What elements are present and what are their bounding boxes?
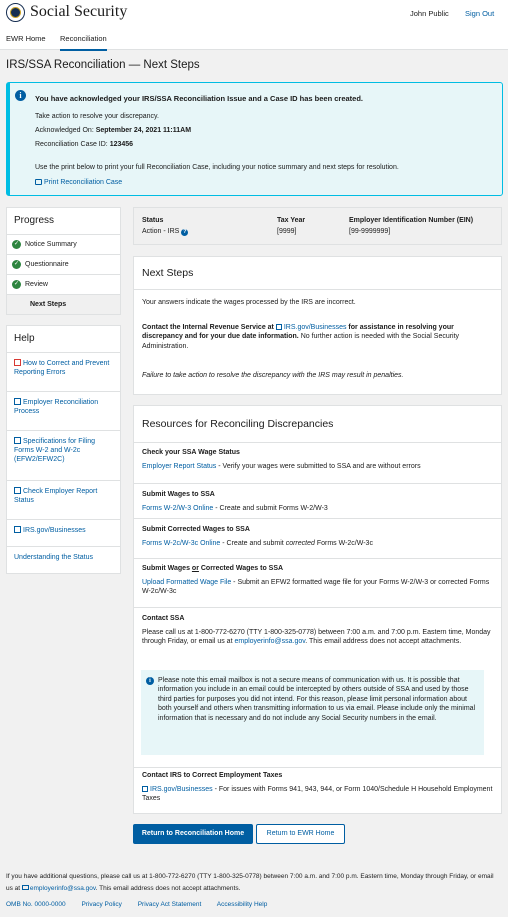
section-contact-irs: Contact IRS to Correct Employment Taxes … xyxy=(134,767,501,814)
resources-heading: Resources for Reconciling Discrepancies xyxy=(134,406,501,444)
help-link-specifications[interactable]: Specifications for Filing Forms W-2 and … xyxy=(7,429,120,480)
progress-heading: Progress xyxy=(14,215,55,226)
footer-contact-text: If you have additional questions, please… xyxy=(6,873,494,893)
help-link-irs-businesses[interactable]: IRS.gov/Businesses xyxy=(7,518,120,546)
check-icon: ✓ xyxy=(12,239,21,249)
forms-w2c-online-link[interactable]: Forms W-2c/W-3c Online xyxy=(142,540,220,547)
help-link-reconciliation-process[interactable]: Employer Reconciliation Process xyxy=(7,390,120,430)
irs-businesses-resource-link[interactable]: IRS.gov/Businesses xyxy=(142,786,213,793)
status-heading: Status xyxy=(142,217,164,224)
next-steps-heading: Next Steps xyxy=(134,257,501,291)
alert-print-text: Use the print below to print your full R… xyxy=(35,164,399,171)
ssa-seal-logo xyxy=(6,3,25,22)
external-link-icon xyxy=(275,324,282,330)
check-icon: ✓ xyxy=(12,259,21,269)
help-panel: Help How to Correct and Prevent Reportin… xyxy=(6,325,121,574)
alert-case-id: Reconciliation Case ID: 123456 xyxy=(35,141,134,148)
help-question-icon[interactable]: ? xyxy=(181,229,189,236)
external-link-icon xyxy=(14,525,21,533)
footer-email-link[interactable]: employerinfo@ssa.gov xyxy=(21,885,96,892)
forms-w2-online-link[interactable]: Forms W-2/W-3 Online xyxy=(142,505,213,512)
progress-next-steps: Next Steps xyxy=(7,293,120,314)
info-icon: i xyxy=(146,677,154,685)
return-reconciliation-home-button[interactable]: Return to Reconciliation Home xyxy=(133,824,253,844)
print-case-link[interactable]: Print Reconciliation Case xyxy=(35,178,122,187)
upload-wage-file-link[interactable]: Upload Formatted Wage File xyxy=(142,579,231,586)
footer-accessibility-link[interactable]: Accessibility Help xyxy=(217,901,268,908)
footer-privacy-policy-link[interactable]: Privacy Policy xyxy=(81,901,121,908)
footer-links: OMB No. 0000-0000 Privacy Policy Privacy… xyxy=(6,901,267,910)
external-link-icon xyxy=(142,786,148,792)
alert-title: You have acknowledged your IRS/SSA Recon… xyxy=(35,94,364,103)
nav-bar: EWR Home Reconciliation xyxy=(0,28,508,52)
ein-heading: Employer Identification Number (EIN) xyxy=(349,217,474,224)
progress-panel: Progress ✓ Notice Summary ✓ Questionnaire … xyxy=(6,207,121,315)
external-link-icon xyxy=(14,486,21,494)
progress-notice-summary[interactable]: ✓ Notice Summary xyxy=(7,233,120,254)
return-ewr-home-button[interactable]: Return to EWR Home xyxy=(256,824,345,844)
section-submit-corrected: Submit Corrected Wages to SSA Forms W-2c… xyxy=(134,518,501,558)
printer-icon xyxy=(35,179,42,185)
nav-ewr-home[interactable]: EWR Home xyxy=(6,34,46,44)
next-steps-failure: Failure to take action to resolve the di… xyxy=(142,372,404,379)
progress-questionnaire[interactable]: ✓ Questionnaire xyxy=(7,253,120,274)
status-value: Action - IRS ? xyxy=(142,228,189,236)
check-icon: ✓ xyxy=(12,279,21,289)
external-link-icon xyxy=(14,397,21,405)
email-security-notice: i Please note this email mailbox is not … xyxy=(141,670,484,755)
help-heading: Help xyxy=(14,333,35,344)
external-link-icon xyxy=(14,436,21,444)
user-name: John Public xyxy=(410,9,449,18)
info-icon: i xyxy=(15,90,26,101)
section-upload-wage-file: Submit Wages or Corrected Wages to SSA U… xyxy=(134,558,501,607)
brand-title: Social Security xyxy=(30,3,128,20)
nav-reconciliation[interactable]: Reconciliation xyxy=(60,34,107,52)
next-steps-card: Next Steps Your answers indicate the wag… xyxy=(133,256,502,395)
page-title: IRS/SSA Reconciliation — Next Steps xyxy=(6,59,200,71)
acknowledged-alert: i You have acknowledged your IRS/SSA Rec… xyxy=(6,82,503,196)
email-notice-text: Please note this email mailbox is not a … xyxy=(158,677,476,722)
help-link-understanding-status[interactable]: Understanding the Status xyxy=(7,545,120,573)
top-bar: Social Security John Public Sign Out xyxy=(0,0,508,28)
mail-icon xyxy=(21,885,29,891)
sign-out-link[interactable]: Sign Out xyxy=(465,9,494,19)
section-check-status: Check your SSA Wage Status Employer Repo… xyxy=(142,449,421,470)
ein-value: [99-9999999] xyxy=(349,228,391,235)
pdf-icon xyxy=(14,358,21,366)
footer: If you have additional questions, please… xyxy=(0,856,508,917)
irs-businesses-link[interactable]: IRS.gov/Businesses xyxy=(275,324,346,331)
help-link-correct-errors[interactable]: How to Correct and Prevent Reporting Err… xyxy=(7,351,120,391)
section-submit-wages: Submit Wages to SSA Forms W-2/W-3 Online… xyxy=(134,483,501,518)
progress-review[interactable]: ✓ Review xyxy=(7,273,120,294)
footer-omb-number: OMB No. 0000-0000 xyxy=(6,901,66,908)
employer-report-status-link[interactable]: Employer Report Status xyxy=(142,463,216,470)
tax-year-value: [9999] xyxy=(277,228,297,235)
alert-acknowledged: Acknowledged On: September 24, 2021 11:1… xyxy=(35,127,192,134)
alert-take-action: Take action to resolve your discrepancy. xyxy=(35,113,159,120)
employer-info-email-link[interactable]: employerinfo@ssa.gov xyxy=(234,638,305,645)
footer-privacy-act-link[interactable]: Privacy Act Statement xyxy=(138,901,202,908)
help-link-report-status[interactable]: Check Employer Report Status xyxy=(7,479,120,519)
next-steps-contact: Contact the Internal Revenue Service at … xyxy=(142,324,460,350)
next-steps-intro: Your answers indicate the wages processe… xyxy=(142,299,356,306)
tax-year-heading: Tax Year xyxy=(277,217,306,224)
status-summary: Status Action - IRS ? Tax Year [9999] Em… xyxy=(133,207,502,245)
